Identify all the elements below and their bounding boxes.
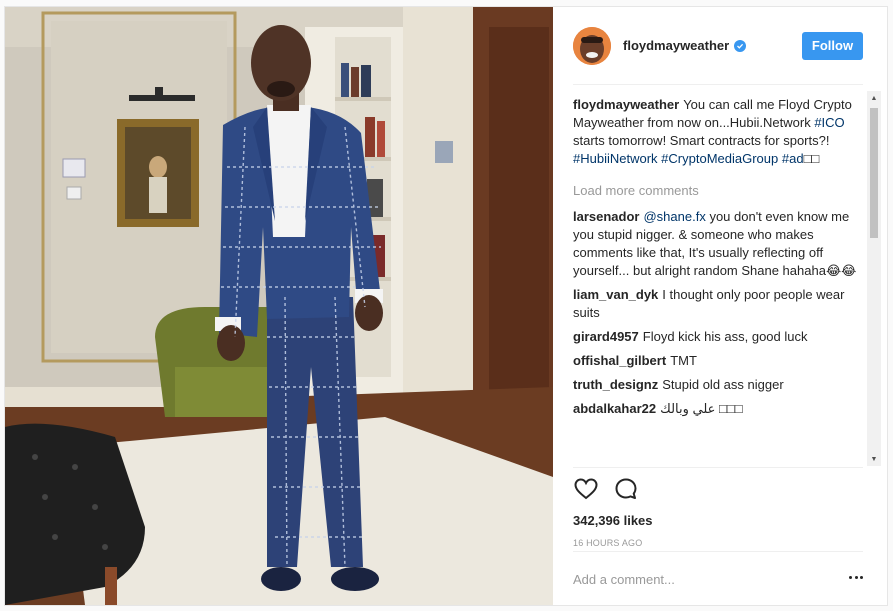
post-photo[interactable] bbox=[5, 7, 553, 605]
follow-button[interactable]: Follow bbox=[802, 31, 863, 60]
likes-count[interactable]: 342,396 likes bbox=[573, 513, 653, 528]
add-comment-section bbox=[573, 551, 863, 606]
comment-username[interactable]: offishal_gilbert bbox=[573, 353, 666, 368]
post-header: floydmayweather Follow bbox=[573, 7, 863, 85]
comment-username[interactable]: larsenador bbox=[573, 209, 639, 224]
caption-username[interactable]: floydmayweather bbox=[573, 97, 679, 112]
comment-item: larsenador @shane.fx you don't even know … bbox=[573, 208, 863, 280]
author-username[interactable]: floydmayweather bbox=[623, 38, 729, 53]
comment-username[interactable]: girard4957 bbox=[573, 329, 639, 344]
comment-username[interactable]: liam_van_dyk bbox=[573, 287, 658, 302]
hashtag-link[interactable]: #ICO bbox=[814, 115, 844, 130]
load-more-comments-link[interactable]: Load more comments bbox=[573, 182, 863, 200]
caption: floydmayweather You can call me Floyd Cry… bbox=[573, 96, 863, 168]
comment-item: truth_designz Stupid old ass nigger bbox=[573, 376, 863, 394]
post-side-panel: floydmayweather Follow floydmayweather Yo… bbox=[553, 7, 887, 605]
comment-text: TMT bbox=[670, 353, 697, 368]
scroll-up-arrow-icon[interactable]: ▲ bbox=[867, 91, 881, 105]
comment-username[interactable]: truth_designz bbox=[573, 377, 658, 392]
action-buttons bbox=[573, 476, 639, 502]
comment-item: girard4957 Floyd kick his ass, good luck bbox=[573, 328, 863, 346]
post-timestamp[interactable]: 16 HOURS AGO bbox=[573, 538, 642, 548]
scroll-down-arrow-icon[interactable]: ▼ bbox=[867, 452, 881, 466]
verified-badge-icon bbox=[734, 39, 747, 52]
comment-bubble-icon[interactable] bbox=[613, 476, 639, 502]
comment-item: offishal_gilbert TMT bbox=[573, 352, 863, 370]
comment-text: Floyd kick his ass, good luck bbox=[642, 329, 808, 344]
heart-icon[interactable] bbox=[573, 476, 599, 502]
avatar-image bbox=[573, 26, 611, 65]
caption-text: starts tomorrow! Smart contracts for spo… bbox=[573, 133, 830, 148]
scrollbar-thumb[interactable] bbox=[870, 108, 878, 238]
post-photo-illustration bbox=[5, 7, 553, 605]
post-actions-section: 342,396 likes 16 HOURS AGO bbox=[573, 467, 863, 551]
caption-emoji: □□ bbox=[803, 151, 820, 166]
comment-item: liam_van_dyk I thought only poor people w… bbox=[573, 286, 863, 322]
comments-scrollbar[interactable]: ▲ ▼ bbox=[867, 91, 881, 466]
comment-username[interactable]: abdalkahar22 bbox=[573, 401, 656, 416]
hashtag-link[interactable]: #CryptoMediaGroup bbox=[661, 151, 778, 166]
comment-text: علي وبالك □□□ bbox=[660, 401, 743, 416]
comment-text: Stupid old ass nigger bbox=[662, 377, 784, 392]
comments-list: floydmayweather You can call me Floyd Cry… bbox=[573, 96, 863, 466]
add-comment-input[interactable] bbox=[573, 572, 823, 587]
post-card: floydmayweather Follow floydmayweather Yo… bbox=[4, 6, 888, 606]
hashtag-link[interactable]: #HubiiNetwork bbox=[573, 151, 658, 166]
comment-mention[interactable]: @shane.fx bbox=[643, 209, 705, 224]
author-avatar[interactable] bbox=[573, 26, 611, 65]
more-dots-icon[interactable] bbox=[849, 576, 863, 582]
hashtag-link[interactable]: #ad bbox=[782, 151, 804, 166]
comment-item: abdalkahar22 علي وبالك □□□ bbox=[573, 400, 863, 418]
